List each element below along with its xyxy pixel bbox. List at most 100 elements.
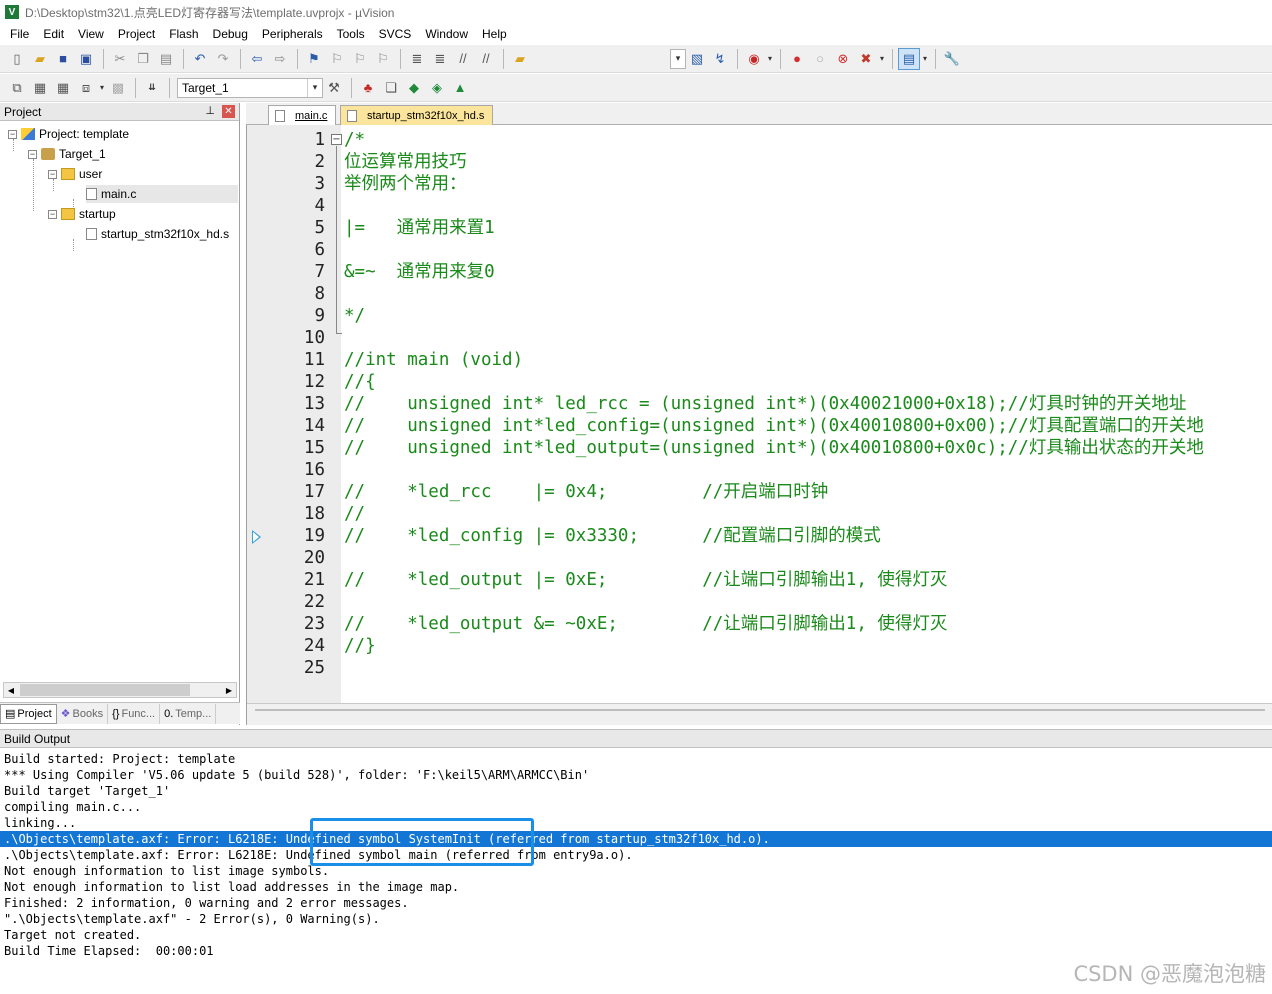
code-line[interactable]: 22	[247, 591, 1272, 613]
menu-tools[interactable]: Tools	[330, 27, 372, 41]
open-folder-icon[interactable]: ▰	[29, 48, 51, 70]
code-line[interactable]: 23 // *led_output &= ~0xE; //让端口引脚输出1, 使得…	[247, 613, 1272, 635]
code-line[interactable]: 1−/*	[247, 129, 1272, 151]
find-in-files-icon[interactable]: ▰	[509, 48, 531, 70]
tab-project[interactable]: ▤ Project	[0, 703, 57, 724]
uncomment-icon[interactable]: //	[475, 48, 497, 70]
code-line[interactable]: 5 |= 通常用来置1	[247, 217, 1272, 239]
debug-session-icon[interactable]: ◉	[743, 48, 765, 70]
menu-file[interactable]: File	[3, 27, 36, 41]
build-output-line[interactable]: ".\Objects\template.axf" - 2 Error(s), 0…	[4, 911, 380, 927]
build-output-line[interactable]: compiling main.c...	[4, 799, 141, 815]
select-packs-icon[interactable]: ◆	[403, 77, 425, 99]
download-load-icon[interactable]: ⇊	[141, 77, 163, 99]
code-line[interactable]: 14 // unsigned int*led_config=(unsigned i…	[247, 415, 1272, 437]
stop-build-icon[interactable]: ▩	[107, 77, 129, 99]
rebuild-icon[interactable]: ▦	[52, 77, 74, 99]
build-output-pane[interactable]: Build Time Elapsed: 00:00:01 Target not c…	[0, 749, 1272, 994]
build-output-line[interactable]: Build target 'Target_1'	[4, 783, 170, 799]
code-line[interactable]: 17 // *led_rcc |= 0x4; //开启端口时钟	[247, 481, 1272, 503]
code-line[interactable]: 12 //{	[247, 371, 1272, 393]
pin-icon[interactable]: ⊥	[205, 104, 215, 117]
menu-peripherals[interactable]: Peripherals	[255, 27, 330, 41]
code-line[interactable]: 4	[247, 195, 1272, 217]
manage-runtime-icon[interactable]: ▲	[449, 77, 471, 99]
chevron-down-icon[interactable]: ▾	[766, 48, 774, 70]
find-combo[interactable]: ▾	[670, 48, 686, 69]
tree-group-user[interactable]: − user	[48, 165, 102, 183]
tab-books[interactable]: ❖ Books	[57, 703, 109, 724]
tab-templates[interactable]: 0. Temp...	[160, 703, 217, 724]
breakpoint-icon[interactable]: ●	[786, 48, 808, 70]
tab-startup-s[interactable]: startup_stm32f10x_hd.s	[340, 105, 494, 125]
tree-group-startup[interactable]: − startup	[48, 205, 116, 223]
code-line[interactable]: 15 // unsigned int*led_output=(unsigned i…	[247, 437, 1272, 459]
cut-icon[interactable]: ✂	[109, 48, 131, 70]
tab-main-c[interactable]: main.c	[268, 105, 337, 125]
code-line[interactable]: 7 &=~ 通常用来复0	[247, 261, 1272, 283]
project-horizontal-scrollbar[interactable]: ◀ ▶	[3, 682, 237, 698]
navigate-forward-icon[interactable]: ⇨	[269, 48, 291, 70]
disable-all-breakpoints-icon[interactable]: ⊗	[832, 48, 854, 70]
code-line[interactable]: 10	[247, 327, 1272, 349]
menu-window[interactable]: Window	[418, 27, 475, 41]
menu-debug[interactable]: Debug	[206, 27, 255, 41]
redo-icon[interactable]: ↷	[212, 48, 234, 70]
menu-flash[interactable]: Flash	[162, 27, 205, 41]
disable-breakpoint-icon[interactable]: ○	[809, 48, 831, 70]
code-line[interactable]: 8	[247, 283, 1272, 305]
window-layout-icon[interactable]: ▤	[898, 47, 920, 70]
paste-icon[interactable]: ▤	[155, 48, 177, 70]
code-editor[interactable]: 1−/* 2 位运算常用技巧 3 举例两个常用： 4 5 |= 通常用来置1 6 7 &=~ 通常用…	[246, 125, 1272, 725]
translate-icon[interactable]: ⧉	[6, 77, 28, 99]
code-line[interactable]: 19 // *led_config |= 0x3330; //配置端口引脚的模式	[247, 525, 1272, 547]
editor-horizontal-scrollbar[interactable]	[247, 703, 1272, 725]
file-extensions-icon[interactable]: ❏	[380, 77, 402, 99]
code-line[interactable]: 18 //	[247, 503, 1272, 525]
copy-icon[interactable]: ❐	[132, 48, 154, 70]
collapse-icon[interactable]: −	[8, 129, 17, 139]
save-all-icon[interactable]: ▣	[75, 48, 97, 70]
build-output-line[interactable]: .\Objects\template.axf: Error: L6218E: U…	[0, 831, 1272, 847]
manage-project-items-icon[interactable]: ♣	[357, 77, 379, 99]
chevron-down-icon[interactable]: ▾	[921, 48, 929, 70]
tree-file-startup[interactable]: startup_stm32f10x_hd.s	[86, 225, 229, 243]
incremental-find-icon[interactable]: ↯	[709, 48, 731, 70]
unindent-icon[interactable]: ≣	[429, 48, 451, 70]
build-output-line[interactable]: Build started: Project: template	[4, 751, 235, 767]
tree-project-node[interactable]: − Project: template	[8, 125, 129, 143]
tab-functions[interactable]: {} Func...	[108, 703, 161, 724]
menu-help[interactable]: Help	[475, 27, 514, 41]
code-line[interactable]: 11 //int main (void)	[247, 349, 1272, 371]
build-output-line[interactable]: linking...	[4, 815, 76, 831]
undo-icon[interactable]: ↶	[189, 48, 211, 70]
chevron-down-icon[interactable]: ▾	[878, 48, 886, 70]
build-icon[interactable]: ▦	[29, 77, 51, 99]
scrollbar-thumb[interactable]	[20, 684, 190, 696]
collapse-icon[interactable]: −	[48, 209, 57, 219]
clear-bookmarks-icon[interactable]: ⚐	[372, 48, 394, 70]
new-file-icon[interactable]: ▯	[6, 48, 28, 70]
build-output-line[interactable]: Target not created.	[4, 927, 141, 943]
prev-bookmark-icon[interactable]: ⚐	[326, 48, 348, 70]
code-line[interactable]: 9 */	[247, 305, 1272, 327]
pack-installer-icon[interactable]: ◈	[426, 77, 448, 99]
fold-collapse-icon[interactable]: −	[331, 134, 342, 145]
target-select[interactable]: Target_1 ▾	[177, 77, 323, 98]
code-line[interactable]: 25	[247, 657, 1272, 679]
code-line[interactable]: 24 //}	[247, 635, 1272, 657]
collapse-icon[interactable]: −	[48, 169, 57, 179]
scroll-right-icon[interactable]: ▶	[222, 683, 236, 697]
menu-view[interactable]: View	[71, 27, 111, 41]
indent-icon[interactable]: ≣	[406, 48, 428, 70]
menu-edit[interactable]: Edit	[36, 27, 71, 41]
close-icon[interactable]: ✕	[222, 105, 235, 118]
code-line[interactable]: 13 // unsigned int* led_rcc = (unsigned i…	[247, 393, 1272, 415]
target-options-icon[interactable]: ⚒	[323, 77, 345, 99]
tree-file-main[interactable]: main.c	[86, 185, 238, 203]
batch-build-icon[interactable]: ⧈	[75, 77, 97, 99]
build-output-line[interactable]: *** Using Compiler 'V5.06 update 5 (buil…	[4, 767, 589, 783]
menu-project[interactable]: Project	[111, 27, 162, 41]
chevron-down-icon[interactable]: ▾	[98, 77, 106, 99]
code-line[interactable]: 6	[247, 239, 1272, 261]
